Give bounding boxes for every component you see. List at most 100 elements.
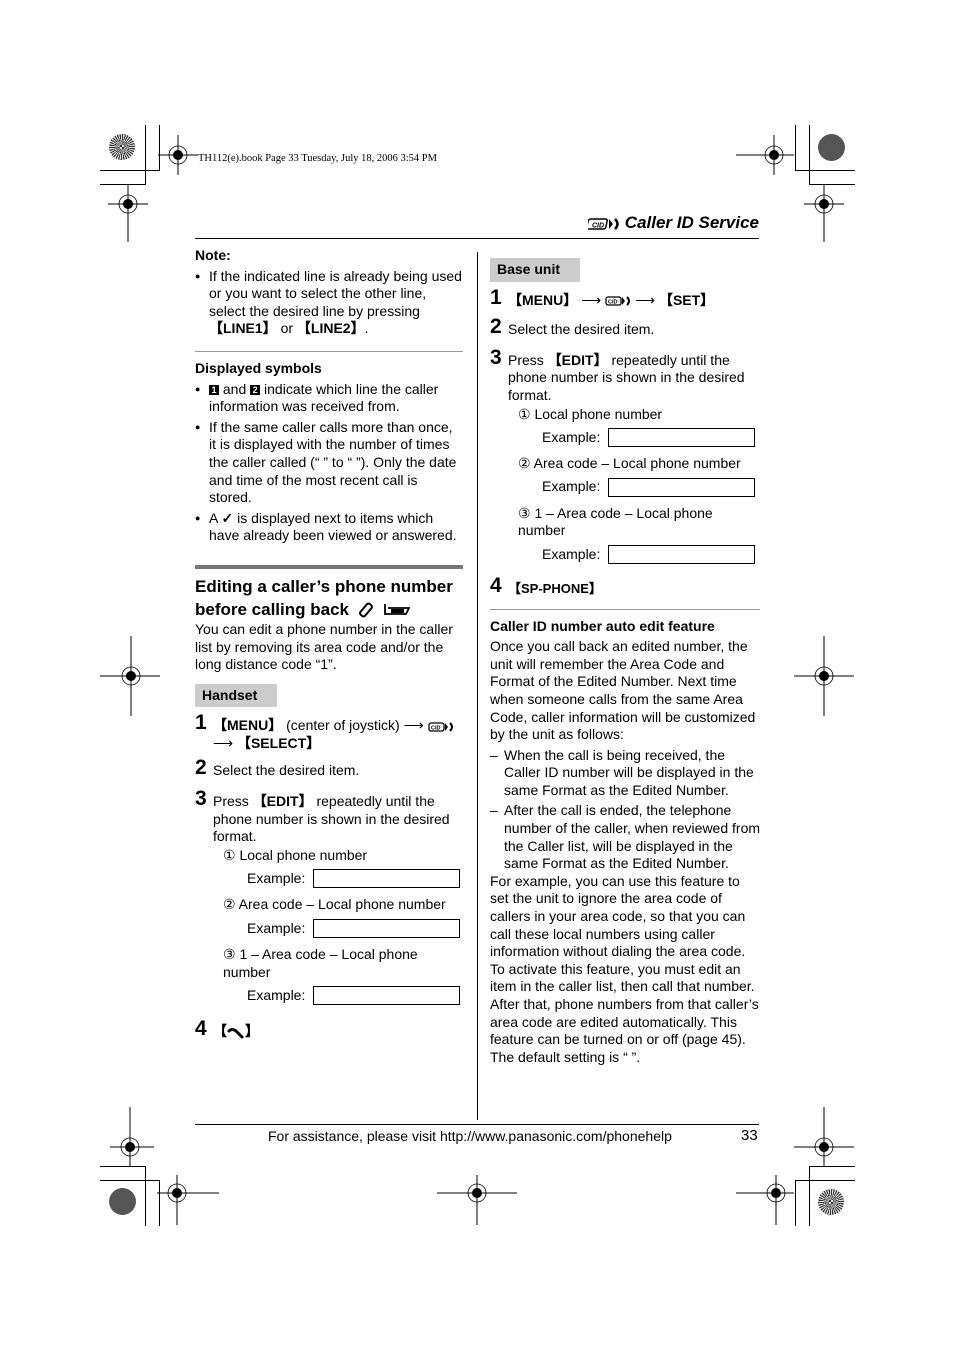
talk-phone-icon [227,1027,244,1039]
svg-text:CID: CID [592,222,604,229]
example-row: Example: [542,544,760,564]
auto-edit-body: For example, you can use this feature to… [490,872,759,1065]
step-3: 3 Press 【EDIT】 repeatedly until the phone… [490,347,760,564]
crop-line [809,125,810,185]
step-1: 1 【MENU】 (center of joystick) ⟶ CID ⟶ 【SE… [195,713,463,752]
example-label: Example: [542,545,601,562]
section-intro: You can edit a phone number in the calle… [195,620,453,673]
line2-symbol-icon: 2 [250,384,261,395]
step-text: Select the desired item. [508,321,655,338]
svg-text:CID: CID [431,725,441,731]
step-text: Press [213,793,253,810]
step-text: Select the desired item. [213,762,360,779]
crosshair-icon [794,636,854,716]
crop-line [795,1180,855,1181]
handset-icon [358,602,373,618]
format-option-2: ② Area code – Local phone number [223,896,446,913]
note-bullet: If the indicated line is already being u… [195,268,463,338]
line1-key: 【LINE1】 [209,320,277,337]
select-key: 【SELECT】 [236,734,321,751]
arrow-icon: ⟶ [403,717,424,734]
example-box [313,986,461,1006]
edit-key: 【EDIT】 [252,793,313,810]
format-option-2: ② Area code – Local phone number [518,455,741,472]
step-text: (center of joystick) [282,717,404,734]
example-box [313,869,461,889]
example-row: Example: [542,477,760,497]
footer-rule [195,1124,759,1125]
example-label: Example: [247,870,306,887]
arrow-icon: ⟶ [581,291,602,308]
example-label: Example: [247,986,306,1003]
crosshair-icon [736,135,794,175]
base-unit-tag: Base unit [490,258,581,282]
crop-line [809,1166,810,1226]
step-4: 4 【SP-PHONE】 [490,573,760,598]
column-divider [477,252,478,1120]
dash-item: When the call is being received, the Cal… [490,747,760,800]
sp-phone-key: 【SP-PHONE】 [508,580,602,596]
step-2: 2 Select the desired item. [195,756,463,780]
handset-tag: Handset [195,683,278,708]
dash-item: After the call is ended, the telephone n… [490,802,760,872]
auto-edit-intro: Once you call back an edited number, the… [490,638,756,743]
step-number: 3 [195,787,207,811]
section-title-text: Editing a caller’s phone number before c… [195,576,453,619]
symbol-bullet: If the same caller calls more than once,… [195,419,463,507]
note-text: . [364,320,369,337]
note-text: If the indicated line is already being u… [209,267,462,319]
crop-line [100,1180,160,1181]
bullet-text: A [209,509,222,526]
auto-edit-heading: Caller ID number auto edit feature [490,617,715,634]
book-info: TH112(e).book Page 33 Tuesday, July 18, … [198,153,437,164]
crosshair-icon [100,636,160,716]
section-divider [195,564,463,569]
base-unit-icon [384,604,411,616]
step-number: 1 [490,285,502,309]
step-number: 4 [490,573,502,597]
right-column: Base unit 1 【MENU】 ⟶ CID ⟶ 【SET】 2 Select … [490,258,760,1066]
arrow-icon: ⟶ [213,734,234,751]
arrow-icon: ⟶ [634,291,656,308]
crosshair-icon [108,184,148,242]
crosshair-icon [804,184,844,242]
crosshair-icon [110,1107,154,1167]
menu-key: 【MENU】 [213,717,283,734]
step-number: 2 [195,756,207,780]
section-title: Editing a caller’s phone number before c… [195,575,463,621]
edit-key: 【EDIT】 [547,351,608,368]
format-option-3: ③ 1 – Area code – Local phone number [223,946,418,980]
divider [490,608,760,610]
set-key: 【SET】 [658,291,715,308]
format-option-3: ③ 1 – Area code – Local phone number [518,504,713,539]
bracket: 【 [213,1023,227,1040]
symbol-bullet: 1 and 2 indicate which line the caller i… [195,381,463,416]
registration-dot-icon [109,1188,136,1215]
page-header: CID Caller ID Service [588,213,759,233]
example-label: Example: [542,428,601,445]
example-box [608,477,756,497]
note-heading: Note: [195,247,231,263]
example-row: Example: [247,986,463,1006]
step-4: 4 【 】 [195,1017,463,1041]
header-title: Caller ID Service [624,213,759,232]
step-2: 2 Select the desired item. [490,315,760,339]
registration-dot-icon [818,134,845,161]
step-text: Press [508,351,548,368]
example-row: Example: [247,919,463,939]
left-column: Note: If the indicated line is already b… [195,247,463,1041]
step-3: 3 Press 【EDIT】 repeatedly until the phone… [195,787,463,1006]
footer-text: For assistance, please visit http://www.… [268,1128,672,1144]
note-text: or [276,320,297,337]
format-option-1: ① Local phone number [223,846,368,863]
registration-target-icon [818,1189,844,1215]
step-number: 4 [195,1017,207,1041]
step-number: 2 [490,315,502,339]
crop-line [145,1166,146,1226]
crosshair-icon [794,1107,854,1167]
crop-line [145,125,146,185]
check-icon: ✓ [221,509,234,526]
example-row: Example: [247,869,463,889]
crosshair-icon [736,1175,794,1225]
svg-text:CID: CID [608,299,618,305]
